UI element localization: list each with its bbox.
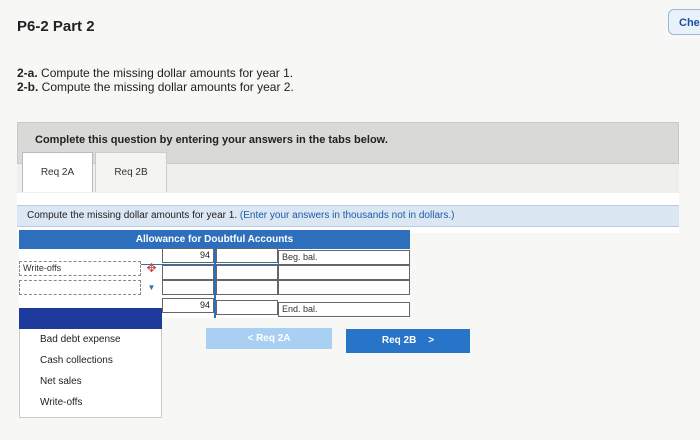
instruction-2b: 2-b. Compute the missing dollar amounts … [17, 80, 294, 94]
credit-label-row2[interactable] [278, 265, 410, 280]
dropdown-option[interactable]: Cash collections [40, 355, 113, 366]
t-account-title: Allowance for Doubtful Accounts [19, 230, 410, 249]
page-title: P6-2 Part 2 [17, 18, 95, 35]
debit-label-row3[interactable] [19, 280, 141, 295]
debit-value-row4[interactable]: 94 [162, 298, 214, 313]
debit-label-row2[interactable]: Write-offs [19, 261, 141, 276]
chevron-left-icon: < [247, 333, 257, 344]
instruction-2a-label: 2-a. [17, 66, 38, 80]
debit-value-row1[interactable]: 94 [162, 248, 214, 263]
credit-label-row3[interactable] [278, 280, 410, 295]
move-cursor-icon: ✥ [146, 261, 157, 275]
credit-value-row2[interactable] [216, 265, 278, 280]
credit-label-row4[interactable]: End. bal. [278, 302, 410, 317]
banner-text: Complete this question by entering your … [35, 134, 388, 146]
dropdown-option[interactable]: Bad debt expense [40, 334, 121, 345]
instruction-2a: 2-a. Compute the missing dollar amounts … [17, 66, 293, 80]
instruction-2b-label: 2-b. [17, 80, 39, 94]
prev-req-label: Req 2A [256, 333, 291, 344]
dropdown-option[interactable]: Net sales [40, 376, 82, 387]
prev-req-button[interactable]: < Req 2A [206, 328, 332, 349]
tab-req-2b[interactable]: Req 2B [95, 152, 167, 192]
credit-value-row3[interactable] [216, 280, 278, 295]
chevron-down-icon[interactable]: ▼ [141, 280, 162, 295]
next-req-button[interactable]: Req 2B > [346, 329, 470, 353]
instruction-2b-text: Compute the missing dollar amounts for y… [38, 80, 294, 94]
prompt-text: Compute the missing dollar amounts for y… [17, 205, 679, 227]
instruction-2a-text: Compute the missing dollar amounts for y… [37, 66, 294, 80]
prompt-note: (Enter your answers in thousands not in … [239, 210, 455, 221]
debit-value-row3[interactable] [162, 280, 214, 295]
debit-value-row2[interactable] [162, 265, 214, 280]
credit-value-row4[interactable] [216, 300, 278, 315]
next-req-label: Req 2B [381, 335, 417, 346]
tab-req-2a[interactable]: Req 2A [22, 152, 93, 192]
credit-label-row1[interactable]: Beg. bal. [278, 250, 410, 265]
chevron-right-icon: > [428, 335, 435, 346]
dropdown-selected-blank[interactable] [19, 308, 162, 329]
credit-value-row1[interactable] [216, 248, 278, 263]
prompt-main: Compute the missing dollar amounts for y… [27, 210, 240, 221]
check-button[interactable]: Che [668, 9, 700, 35]
dropdown-option[interactable]: Write-offs [40, 397, 82, 408]
